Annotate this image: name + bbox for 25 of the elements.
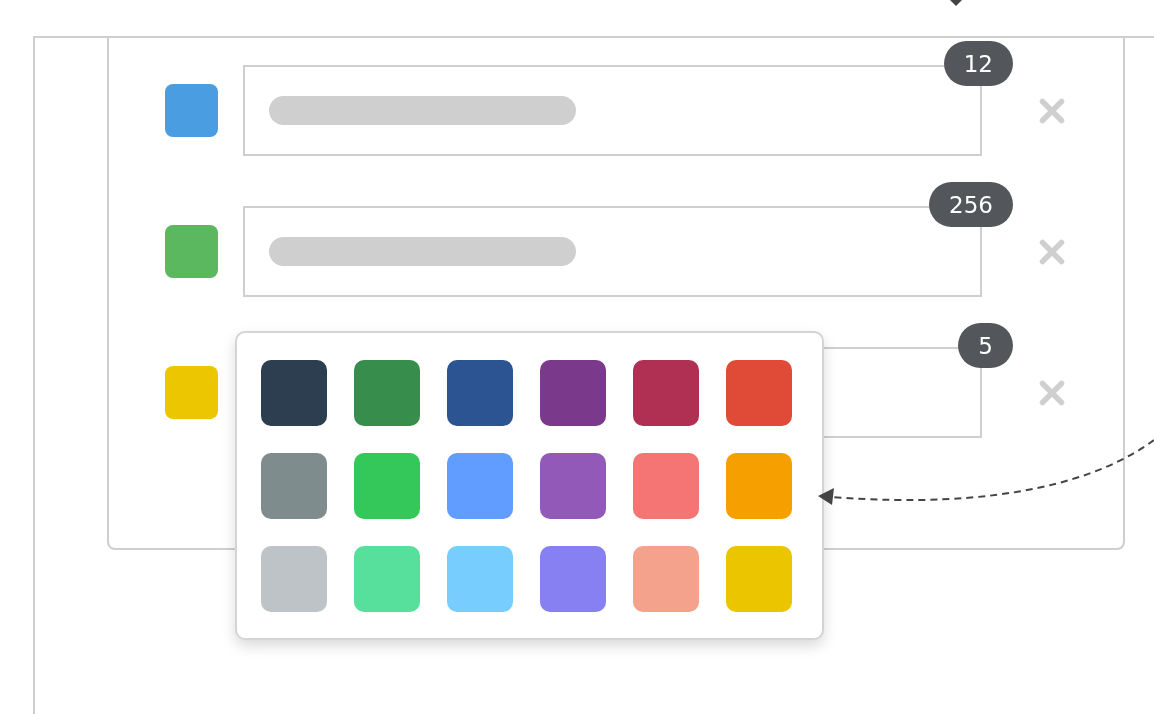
color-option[interactable] [447, 453, 513, 519]
count-badge: 256 [929, 182, 1013, 227]
count-badge: 12 [943, 41, 1013, 86]
color-option[interactable] [726, 453, 792, 519]
color-swatch[interactable] [165, 225, 218, 278]
color-option[interactable] [540, 546, 606, 612]
color-option[interactable] [726, 360, 792, 426]
color-option[interactable] [354, 546, 420, 612]
color-option[interactable] [540, 360, 606, 426]
color-option[interactable] [633, 546, 699, 612]
color-swatch[interactable] [165, 366, 218, 419]
color-swatch[interactable] [165, 84, 218, 137]
color-option[interactable] [726, 546, 792, 612]
color-option[interactable] [261, 546, 327, 612]
color-option[interactable] [261, 360, 327, 426]
color-option[interactable] [447, 546, 513, 612]
color-option[interactable] [447, 360, 513, 426]
count-badge: 5 [958, 323, 1013, 368]
color-option[interactable] [633, 453, 699, 519]
color-option[interactable] [261, 453, 327, 519]
color-option[interactable] [633, 360, 699, 426]
color-option[interactable] [540, 453, 606, 519]
color-option[interactable] [354, 360, 420, 426]
arrowhead-icon [950, 0, 962, 6]
color-option[interactable] [354, 453, 420, 519]
